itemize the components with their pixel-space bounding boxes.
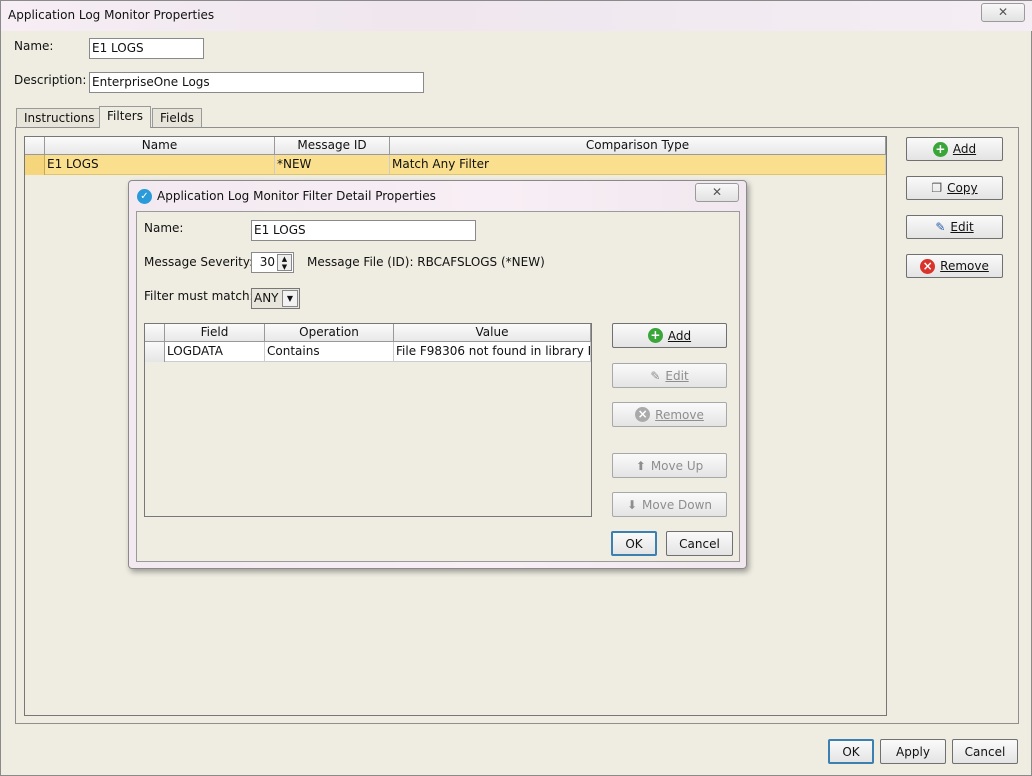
row-header-corner <box>25 137 45 155</box>
table-row[interactable]: E1 LOGS *NEW Match Any Filter <box>25 155 886 175</box>
tab-fields[interactable]: Fields <box>152 108 202 128</box>
edit-icon: ✎ <box>935 220 946 234</box>
match-label: Filter must match: <box>144 289 254 303</box>
column-header-field[interactable]: Field <box>165 324 265 342</box>
name-input[interactable]: E1 LOGS <box>89 38 204 59</box>
dialog-close-button[interactable]: ✕ <box>695 183 739 202</box>
chevron-down-icon[interactable]: ▼ <box>282 290 298 307</box>
table-row[interactable]: LOGDATA Contains File F98306 not found i… <box>145 342 591 362</box>
remove-icon: × <box>635 407 651 422</box>
add-label: Add <box>952 142 977 156</box>
copy-label: Copy <box>947 181 978 195</box>
close-button[interactable]: ✕ <box>981 3 1025 22</box>
filter-edit-button[interactable]: ✎ Edit <box>612 363 727 388</box>
filter-add-label: Add <box>667 328 692 343</box>
add-icon: + <box>647 328 663 343</box>
dialog-ok-button[interactable]: OK <box>611 531 657 556</box>
cell-field: LOGDATA <box>165 342 265 361</box>
app-icon: ✓ <box>137 189 152 204</box>
message-file-text: Message File (ID): RBCAFSLOGS (*NEW) <box>307 255 545 269</box>
edit-button[interactable]: ✎ Edit <box>906 215 1003 239</box>
row-header[interactable] <box>25 155 45 175</box>
row-header-corner <box>145 324 165 342</box>
dialog-title: Application Log Monitor Filter Detail Pr… <box>157 189 436 203</box>
cell-name: E1 LOGS <box>45 155 275 174</box>
copy-icon: ❐ <box>931 181 943 195</box>
tab-instructions[interactable]: Instructions <box>16 108 103 128</box>
column-header-operation[interactable]: Operation <box>265 324 394 342</box>
filter-remove-button[interactable]: × Remove <box>612 402 727 427</box>
remove-label: Remove <box>940 259 989 273</box>
edit-label: Edit <box>950 220 974 234</box>
column-header-message-id[interactable]: Message ID <box>275 137 390 155</box>
dialog-cancel-button[interactable]: Cancel <box>666 531 733 556</box>
cancel-button[interactable]: Cancel <box>952 739 1018 764</box>
dialog-body: Name: E1 LOGS Message Severity: 30 ▲ ▼ Me… <box>136 211 740 562</box>
severity-label: Message Severity: <box>144 255 254 269</box>
description-label: Description: <box>14 73 87 87</box>
conditions-table: Field Operation Value LOGDATA Contains F… <box>144 323 592 517</box>
cell-comparison-type: Match Any Filter <box>390 155 886 174</box>
edit-icon: ✎ <box>650 368 661 383</box>
ok-button[interactable]: OK <box>828 739 874 764</box>
copy-button[interactable]: ❐ Copy <box>906 176 1003 200</box>
filter-remove-label: Remove <box>655 407 704 422</box>
filter-add-button[interactable]: + Add <box>612 323 727 348</box>
arrow-up-icon: ⬆ <box>635 458 646 473</box>
remove-button[interactable]: × Remove <box>906 254 1003 278</box>
column-header-comparison-type[interactable]: Comparison Type <box>390 137 886 155</box>
move-up-button[interactable]: ⬆ Move Up <box>612 453 727 478</box>
remove-icon: × <box>920 258 936 274</box>
column-header-value[interactable]: Value <box>394 324 591 342</box>
title-bar: Application Log Monitor Properties ✕ <box>1 1 1032 31</box>
description-input[interactable]: EnterpriseOne Logs <box>89 72 424 93</box>
filter-edit-label: Edit <box>665 368 689 383</box>
add-icon: + <box>932 141 948 157</box>
move-up-label: Move Up <box>650 458 704 473</box>
filter-name-input[interactable]: E1 LOGS <box>251 220 476 241</box>
move-down-label: Move Down <box>642 497 713 512</box>
cell-operation: Contains <box>265 342 394 361</box>
window-title: Application Log Monitor Properties <box>8 8 215 22</box>
move-down-button[interactable]: ⬇ Move Down <box>612 492 727 517</box>
arrow-down-icon: ⬇ <box>626 497 638 512</box>
name-label: Name: <box>14 39 54 53</box>
filter-name-label: Name: <box>144 221 184 235</box>
spinner-arrows-icon[interactable]: ▲ ▼ <box>277 254 292 271</box>
filter-detail-dialog: ✓ Application Log Monitor Filter Detail … <box>128 180 747 569</box>
cell-message-id: *NEW <box>275 155 390 174</box>
match-value: ANY <box>254 291 279 305</box>
row-header[interactable] <box>145 342 165 362</box>
column-header-name[interactable]: Name <box>45 137 275 155</box>
add-button[interactable]: + Add <box>906 137 1003 161</box>
tab-filters[interactable]: Filters <box>99 106 151 128</box>
cell-value: File F98306 not found in library PR... <box>394 342 591 361</box>
apply-button[interactable]: Apply <box>880 739 946 764</box>
